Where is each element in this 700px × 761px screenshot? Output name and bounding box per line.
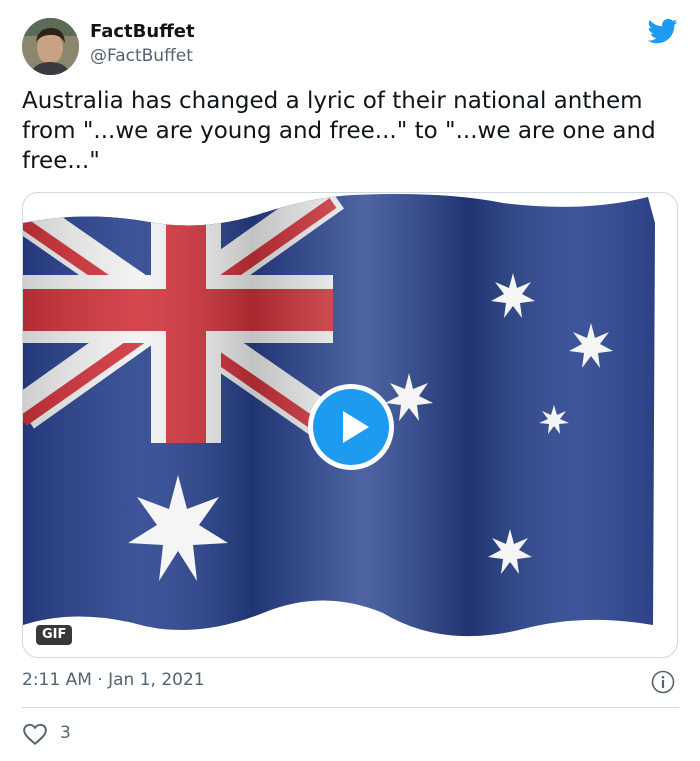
- tweet-text: Australia has changed a lyric of their n…: [22, 88, 656, 174]
- play-button-circle: [313, 389, 389, 465]
- info-icon[interactable]: [651, 670, 675, 694]
- tweet-media[interactable]: GIF: [22, 192, 678, 658]
- tweet-card: FactBuffet @FactBuffet Australia has cha…: [0, 0, 700, 761]
- play-icon: [343, 411, 369, 443]
- avatar-image: [22, 18, 79, 75]
- play-button[interactable]: [308, 384, 394, 470]
- tweet-timestamp[interactable]: 2:11 AM · Jan 1, 2021: [22, 670, 205, 690]
- author-display-name[interactable]: FactBuffet: [90, 21, 195, 42]
- divider: [22, 707, 679, 708]
- gif-badge: GIF: [36, 625, 73, 645]
- like-count[interactable]: 3: [60, 723, 71, 743]
- author-handle[interactable]: @FactBuffet: [90, 46, 193, 66]
- heart-icon[interactable]: [22, 722, 48, 746]
- avatar[interactable]: [22, 18, 79, 75]
- twitter-bird-icon[interactable]: [647, 16, 679, 46]
